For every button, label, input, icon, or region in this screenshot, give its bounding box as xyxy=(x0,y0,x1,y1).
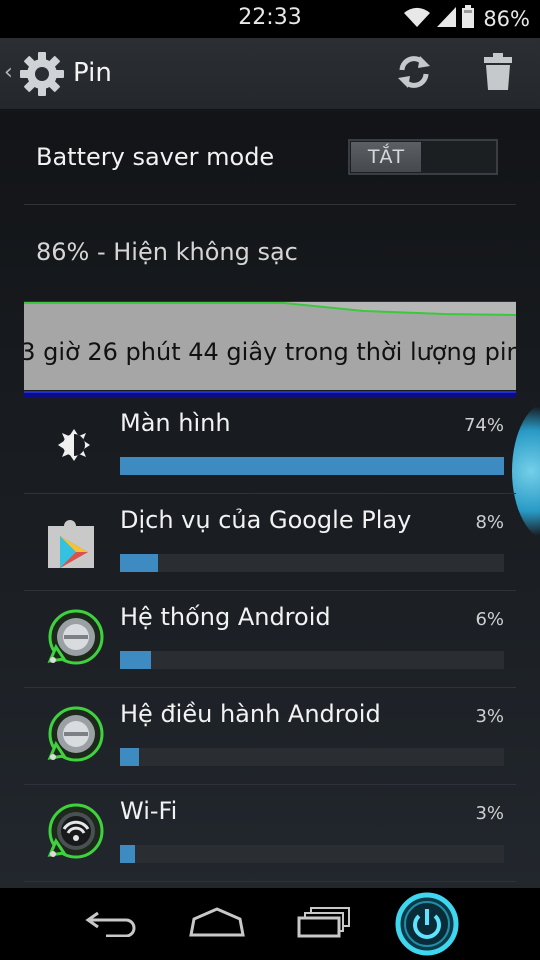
battery-status-text: 86% - Hiện không sạc xyxy=(36,238,298,266)
usage-bar-track xyxy=(120,457,504,475)
usage-bar-fill xyxy=(120,554,159,572)
usage-bar-fill xyxy=(120,748,140,766)
usage-item[interactable]: Dịch vụ của Google Play 8% xyxy=(24,494,516,591)
battery-saver-label: Battery saver mode xyxy=(36,143,275,171)
usage-item[interactable]: Màn hình 74% xyxy=(24,397,516,494)
switch-thumb: TẮT xyxy=(351,142,421,172)
battery-status-row: 86% - Hiện không sạc xyxy=(24,206,516,302)
usage-item[interactable]: Hệ điều hành Android 3% xyxy=(24,688,516,785)
usage-bar-fill xyxy=(120,845,136,863)
google-play-services-icon xyxy=(42,510,106,574)
refresh-button[interactable] xyxy=(392,52,436,96)
recent-apps-icon xyxy=(295,906,353,942)
back-icon xyxy=(84,907,140,941)
recent-apps-button[interactable] xyxy=(292,900,356,948)
page-title: Pin xyxy=(73,58,112,88)
usage-item[interactable]: Hệ thống Android 6% xyxy=(24,591,516,688)
usage-bar-track xyxy=(120,554,504,572)
home-icon xyxy=(188,906,246,942)
usage-percent: 3% xyxy=(475,803,504,824)
navigation-bar xyxy=(0,888,540,960)
status-icons: 86% xyxy=(403,5,530,33)
android-system-icon xyxy=(42,607,106,671)
usage-bar-fill xyxy=(120,457,504,475)
action-bar: ‹ Pin xyxy=(0,38,540,110)
usage-label: Wi-Fi xyxy=(120,797,178,825)
battery-saver-switch[interactable]: TẮT xyxy=(348,139,498,175)
battery-content: Battery saver mode TẮT 86% - Hiện không … xyxy=(0,111,540,888)
usage-label: Màn hình xyxy=(120,409,231,437)
usage-label: Dịch vụ của Google Play xyxy=(120,506,412,534)
android-os-icon xyxy=(42,704,106,768)
brightness-icon xyxy=(42,413,106,477)
floating-glow-widget[interactable] xyxy=(512,401,540,541)
usage-bar-track xyxy=(120,845,504,863)
signal-icon xyxy=(435,6,457,32)
screen: 22:33 86% ‹ Pin Battery saver mode TẮT 8… xyxy=(0,0,540,960)
refresh-icon xyxy=(394,52,434,96)
battery-saver-row[interactable]: Battery saver mode TẮT xyxy=(24,111,516,205)
usage-percent: 3% xyxy=(475,706,504,727)
home-button[interactable] xyxy=(185,900,249,948)
battery-icon xyxy=(461,5,475,33)
power-icon xyxy=(394,892,460,960)
battery-percent: 86% xyxy=(483,7,530,31)
graph-duration-label: 3 giờ 26 phút 44 giây trong thời lượng p… xyxy=(24,338,516,366)
delete-button[interactable] xyxy=(476,52,520,96)
status-bar: 22:33 86% xyxy=(0,0,540,38)
usage-percent: 6% xyxy=(475,609,504,630)
usage-item[interactable]: Wi-Fi 3% xyxy=(24,785,516,882)
usage-bar-track xyxy=(120,748,504,766)
usage-percent: 74% xyxy=(463,415,504,436)
usage-bar-track xyxy=(120,651,504,669)
usage-percent: 8% xyxy=(475,512,504,533)
wifi-icon xyxy=(42,801,106,865)
power-button[interactable] xyxy=(394,891,460,957)
settings-gear-icon[interactable] xyxy=(18,50,66,98)
usage-label: Hệ điều hành Android xyxy=(120,700,381,728)
usage-label: Hệ thống Android xyxy=(120,603,331,631)
usage-bar-fill xyxy=(120,651,151,669)
wifi-icon xyxy=(403,6,431,32)
trash-icon xyxy=(483,53,513,95)
battery-history-graph[interactable]: 3 giờ 26 phút 44 giây trong thời lượng p… xyxy=(24,302,516,390)
back-button[interactable] xyxy=(80,900,144,948)
up-caret-icon[interactable]: ‹ xyxy=(4,60,13,85)
